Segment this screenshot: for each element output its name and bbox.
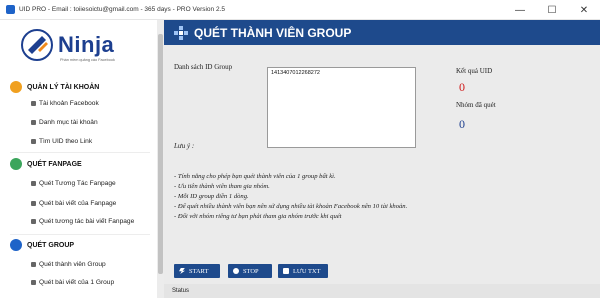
note-line: - Đối với nhóm riêng tư bạn phải tham gi… <box>174 213 342 220</box>
sidebar-item-label: Quét bài viết của Fanpage <box>39 200 117 207</box>
minimize-button[interactable]: — <box>504 0 536 20</box>
status-bar: Status <box>164 284 600 298</box>
main-panel: QUÉT THÀNH VIÊN GROUP Danh sách ID Group… <box>164 20 600 298</box>
stop-button[interactable]: STOP <box>228 264 272 278</box>
sidebar-item-label: Quét Tương Tác Fanpage <box>39 180 116 187</box>
sidebar-item-fanpage-interactions[interactable]: Quét Tương Tác Fanpage <box>31 180 116 187</box>
sidebar-item-label: Quét bài viết của 1 Group <box>39 279 115 286</box>
scrollbar-thumb[interactable] <box>158 34 163 274</box>
window-controls: — ☐ ✕ <box>504 0 600 20</box>
note-line: - Mỗi ID group điền 1 dòng. <box>174 193 249 200</box>
save-txt-button[interactable]: LƯU TXT <box>278 264 328 278</box>
sidebar-item-fanpage-post-interactions[interactable]: Quét tương tác bài viết Fanpage <box>31 218 134 225</box>
groups-scanned-value: 0 <box>459 117 465 131</box>
group-icon <box>31 262 36 267</box>
post-icon <box>31 280 36 285</box>
sidebar-item-group-posts[interactable]: Quét bài viết của 1 Group <box>31 279 114 286</box>
user-small-icon <box>31 101 36 106</box>
app-icon <box>6 5 15 14</box>
section-title: QUẢN LÝ TÀI KHOẢN <box>27 83 100 91</box>
stop-icon <box>233 268 239 274</box>
page-icon <box>31 181 36 186</box>
grid-dots-icon <box>174 25 188 40</box>
note-line: - Ưu tiên thành viên tham gia nhóm. <box>174 183 270 190</box>
ninja-logo-icon <box>21 29 53 61</box>
id-list-label: Danh sách ID Group <box>174 63 233 71</box>
result-uid-value: 0 <box>459 80 465 94</box>
logo-tagline: Phần mềm quảng cáo Facebook <box>60 58 115 62</box>
post-icon <box>31 201 36 206</box>
sidebar-scrollbar[interactable] <box>157 20 164 298</box>
interaction-icon <box>31 219 36 224</box>
divider <box>10 152 150 153</box>
leaf-icon <box>10 158 22 170</box>
sidebar-item-facebook-accounts[interactable]: Tài khoản Facebook <box>31 100 99 107</box>
page-title: QUÉT THÀNH VIÊN GROUP <box>194 25 352 40</box>
start-button[interactable]: START <box>174 264 220 278</box>
sidebar-item-label: Tài khoản Facebook <box>39 100 99 107</box>
user-icon <box>10 81 22 93</box>
sidebar-item-fanpage-posts[interactable]: Quét bài viết của Fanpage <box>31 200 116 207</box>
stop-button-label: STOP <box>243 267 259 275</box>
link-icon <box>31 139 36 144</box>
divider <box>10 234 150 235</box>
section-title: QUÉT GROUP <box>27 241 75 249</box>
section-scan-fanpage[interactable]: QUÉT FANPAGE <box>10 158 82 170</box>
section-scan-group[interactable]: QUÉT GROUP <box>10 239 74 251</box>
sidebar-item-account-categories[interactable]: Danh mục tài khoản <box>31 119 98 126</box>
status-text: Status <box>172 288 190 294</box>
window-title: UID PRO - Email : toiiesoictu@gmail.com … <box>19 6 226 13</box>
sidebar-item-find-uid[interactable]: Tìm UID theo Link <box>31 138 92 145</box>
maximize-button[interactable]: ☐ <box>536 0 568 20</box>
sidebar: Ninja Phần mềm quảng cáo Facebook QUẢN L… <box>0 20 157 298</box>
page-header: QUÉT THÀNH VIÊN GROUP <box>164 20 600 45</box>
sidebar-item-group-members[interactable]: Quét thành viên Group <box>31 261 106 268</box>
groups-scanned-label: Nhóm đã quét <box>456 101 496 109</box>
note-line: - Để quét nhiều thành viên bạn nên sử dụ… <box>174 203 408 210</box>
section-account-management[interactable]: QUẢN LÝ TÀI KHOẢN <box>10 81 99 93</box>
ninja-logo: Ninja Phần mềm quảng cáo Facebook <box>18 28 133 70</box>
sidebar-item-label: Quét tương tác bài viết Fanpage <box>39 218 135 225</box>
notes-list: - Tính năng cho phép bạn quét thành viên… <box>174 172 407 222</box>
section-title: QUÉT FANPAGE <box>27 160 82 168</box>
title-bar: UID PRO - Email : toiiesoictu@gmail.com … <box>0 0 600 20</box>
result-uid-label: Kết quả UID <box>456 67 493 75</box>
sidebar-item-label: Danh mục tài khoản <box>39 119 98 126</box>
sidebar-item-label: Tìm UID theo Link <box>39 138 93 145</box>
save-txt-button-label: LƯU TXT <box>293 267 321 275</box>
close-button[interactable]: ✕ <box>568 0 600 20</box>
save-icon <box>283 268 289 274</box>
logo-text: Ninja <box>58 32 115 57</box>
group-id-textarea[interactable]: 1413407012268272 <box>267 67 416 148</box>
start-button-label: START <box>189 267 209 275</box>
lightning-icon <box>179 268 185 274</box>
note-label: Lưu ý : <box>174 142 195 150</box>
folder-icon <box>31 120 36 125</box>
dots-icon <box>10 239 22 251</box>
sidebar-item-label: Quét thành viên Group <box>39 261 106 268</box>
note-line: - Tính năng cho phép bạn quét thành viên… <box>174 173 336 180</box>
